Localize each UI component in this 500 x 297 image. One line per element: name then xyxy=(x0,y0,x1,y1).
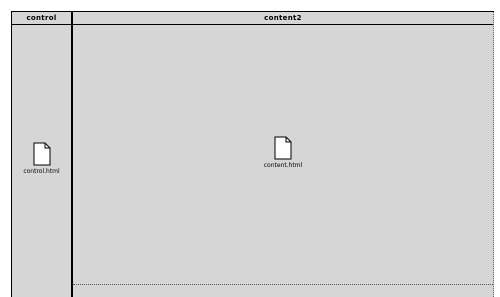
file-label-control: control.html xyxy=(23,168,60,175)
frame-control[interactable]: control control.html xyxy=(12,12,71,297)
document-icon xyxy=(274,136,292,160)
page: control control.html content2 content.ht… xyxy=(0,0,500,297)
frameset-editor: control control.html content2 content.ht… xyxy=(11,11,494,297)
frame-header-content2: content2 xyxy=(73,12,493,25)
file-item-content[interactable]: content.html xyxy=(73,136,493,169)
frame-header-control: control xyxy=(12,12,71,25)
frame-split-line[interactable] xyxy=(73,284,493,285)
document-icon xyxy=(33,142,50,166)
frame-content2[interactable]: content2 content.html xyxy=(73,12,494,297)
file-item-control[interactable]: control.html xyxy=(12,142,71,175)
file-label-content: content.html xyxy=(263,162,303,169)
